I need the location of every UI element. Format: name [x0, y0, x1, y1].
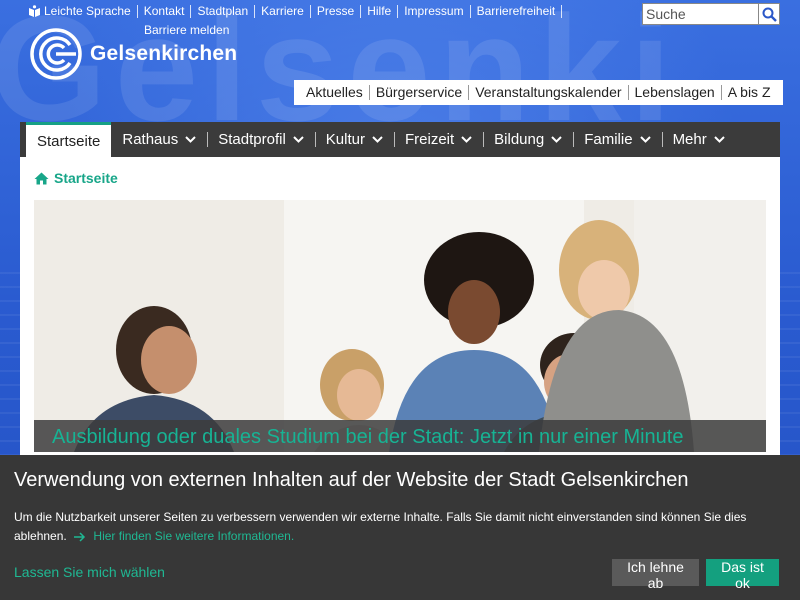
toplink-karriere[interactable]: Karriere [255, 5, 311, 18]
mainnav-bildung[interactable]: Bildung [483, 122, 573, 157]
chevron-down-icon [372, 136, 383, 143]
mainnav-label: Freizeit [404, 131, 455, 148]
gelsenkirchen-logo-icon [30, 28, 82, 80]
choose-settings-link[interactable]: Lassen Sie mich wählen [14, 564, 165, 580]
gelsenkirchen-logo[interactable]: Gelsenkirchen [30, 28, 237, 80]
logo-text: Gelsenkirchen [90, 42, 238, 65]
reject-button[interactable]: Ich lehne ab [612, 559, 699, 591]
mainnav-label: Startseite [37, 132, 101, 150]
secnav-buergerservice[interactable]: Bürgerservice [370, 85, 470, 100]
main-nav: Startseite Rathaus Stadtprofil Kultur Fr… [20, 122, 780, 157]
hero-caption[interactable]: Ausbildung oder duales Studium bei der S… [34, 420, 766, 452]
toplink-impressum[interactable]: Impressum [398, 5, 471, 18]
cookie-banner: Verwendung von externen Inhalten auf der… [0, 455, 800, 600]
mainnav-freizeit[interactable]: Freizeit [393, 122, 483, 157]
secnav-veranstaltungskalender[interactable]: Veranstaltungskalender [469, 85, 629, 100]
mainnav-kultur[interactable]: Kultur [314, 122, 394, 157]
secondary-nav: Aktuelles Bürgerservice Veranstaltungska… [294, 80, 783, 105]
toplink-hilfe[interactable]: Hilfe [361, 5, 399, 18]
more-info-link[interactable]: Hier finden Sie weitere Informationen. [93, 529, 294, 543]
search-input[interactable] [642, 3, 758, 25]
secnav-a-bis-z[interactable]: A bis Z [722, 85, 777, 100]
chevron-down-icon [714, 136, 725, 143]
cookie-title: Verwendung von externen Inhalten auf der… [14, 469, 689, 491]
hero-image[interactable]: Ausbildung oder duales Studium bei der S… [34, 200, 766, 452]
mainnav-label: Mehr [672, 131, 707, 148]
mainnav-mehr[interactable]: Mehr [661, 122, 736, 157]
easy-language-icon [29, 5, 40, 17]
top-links: Leichte Sprache Kontakt Stadtplan Karrie… [28, 5, 563, 18]
home-icon [34, 172, 49, 184]
chevron-down-icon [185, 136, 196, 143]
chevron-down-icon [461, 136, 472, 143]
hero-photo-people [34, 200, 766, 452]
mainnav-label: Kultur [325, 131, 365, 148]
breadcrumb-label: Startseite [54, 170, 118, 186]
toplink-barrierefreiheit[interactable]: Barrierefreiheit [471, 5, 563, 18]
mainnav-familie[interactable]: Familie [573, 122, 661, 157]
toplink-leichte-sprache[interactable]: Leichte Sprache [41, 5, 138, 18]
mainnav-label: Familie [584, 131, 633, 148]
search-icon [762, 7, 777, 22]
chevron-down-icon [293, 136, 304, 143]
search-form [642, 3, 780, 25]
mainnav-stadtprofil[interactable]: Stadtprofil [207, 122, 315, 157]
secnav-aktuelles[interactable]: Aktuelles [300, 85, 370, 100]
accept-button[interactable]: Das ist ok [706, 559, 779, 591]
toplink-presse[interactable]: Presse [311, 5, 362, 18]
mainnav-startseite[interactable]: Startseite [26, 122, 112, 157]
chevron-down-icon [551, 136, 562, 143]
toplink-stadtplan[interactable]: Stadtplan [191, 5, 256, 18]
mainnav-label: Bildung [494, 131, 545, 148]
secnav-lebenslagen[interactable]: Lebenslagen [629, 85, 722, 100]
mainnav-label: Rathaus [122, 131, 179, 148]
mainnav-label: Stadtprofil [218, 131, 286, 148]
chevron-down-icon [639, 136, 651, 143]
arrow-right-icon [74, 532, 86, 542]
toplink-kontakt[interactable]: Kontakt [138, 5, 192, 18]
breadcrumb[interactable]: Startseite [34, 170, 118, 186]
mainnav-rathaus[interactable]: Rathaus [111, 122, 207, 157]
cookie-text-block: Um die Nutzbarkeit unserer Seiten zu ver… [14, 508, 784, 546]
search-button[interactable] [758, 3, 780, 25]
